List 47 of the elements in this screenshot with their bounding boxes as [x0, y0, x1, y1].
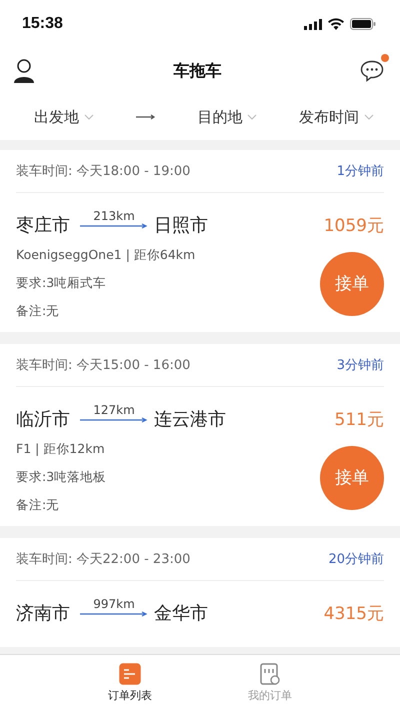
user-icon[interactable]	[13, 59, 35, 83]
posted-time: 20分钟前	[328, 551, 384, 568]
route-arrow	[80, 223, 148, 229]
price: 511元	[334, 408, 384, 430]
price: 4315元	[324, 602, 384, 624]
page-title: 车拖车	[174, 60, 222, 82]
order-card[interactable]: 装车时间: 今天22:00 - 23:00 20分钟前 济南市 997km 金华市 4315元	[0, 538, 400, 647]
requirement: 要求:3吨落地板	[16, 469, 106, 486]
battery-icon	[350, 18, 376, 30]
filter-dropdown[interactable]: 出发地	[34, 108, 94, 126]
destination-city: 连云港市	[154, 408, 226, 431]
distance: 127km	[93, 403, 135, 417]
distance: 213km	[93, 209, 135, 223]
price: 1059元	[324, 214, 384, 236]
driver-info: KoenigseggOne1 | 距你64km	[16, 247, 196, 264]
order-card[interactable]: 装车时间: 今天18:00 - 19:00 1分钟前 枣庄市 213km 日照市 1059元 KoenigseggOne1 | 距你64km 要求:3吨厢式车 备注:无 接单	[0, 150, 400, 332]
distance: 997km	[93, 597, 135, 611]
origin-city: 临沂市	[16, 408, 70, 431]
chevron-down-icon	[364, 114, 374, 120]
order-card[interactable]: 装车时间: 今天15:00 - 16:00 3分钟前 临沂市 127km 连云港市 511元 F1 | 距你12km 要求:3吨落地板 备注:无 接单	[0, 344, 400, 526]
status-time: 15:38	[22, 15, 63, 33]
signal-icon	[304, 18, 322, 30]
driver-info: F1 | 距你12km	[16, 441, 106, 458]
route-arrow	[80, 611, 148, 617]
destination-city: 日照市	[154, 214, 208, 237]
document-icon	[259, 663, 281, 685]
load-time: 装车时间: 今天18:00 - 19:00	[16, 163, 190, 180]
note: 备注:无	[16, 303, 60, 320]
requirement: 要求:3吨厢式车	[16, 275, 108, 292]
wifi-icon	[328, 18, 344, 30]
posted-time: 1分钟前	[336, 163, 384, 180]
filter-dropdown[interactable]: 发布时间	[298, 108, 374, 126]
chevron-down-icon	[84, 114, 94, 120]
note: 备注:无	[16, 497, 60, 514]
tab-item[interactable]: 订单列表	[102, 655, 158, 711]
load-time: 装车时间: 今天15:00 - 16:00	[16, 357, 190, 374]
origin-city: 枣庄市	[16, 214, 70, 237]
chevron-down-icon	[247, 114, 258, 120]
destination-city: 金华市	[154, 602, 208, 625]
message-icon[interactable]	[360, 60, 384, 82]
filter-dropdown[interactable]: 目的地	[197, 108, 258, 126]
list-icon	[119, 663, 141, 685]
posted-time: 3分钟前	[336, 357, 384, 374]
route-arrow	[80, 417, 148, 423]
origin-city: 济南市	[16, 602, 70, 625]
load-time: 装车时间: 今天22:00 - 23:00	[16, 551, 190, 568]
arrow-icon	[136, 114, 156, 120]
